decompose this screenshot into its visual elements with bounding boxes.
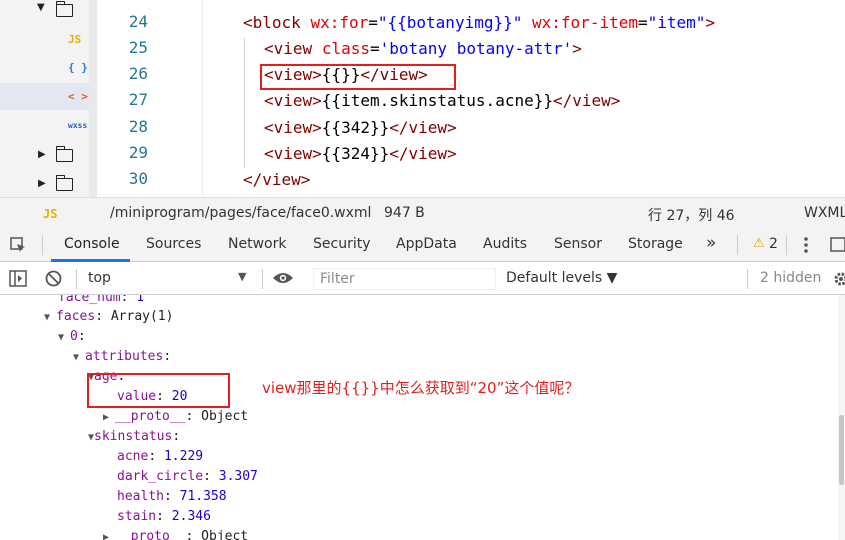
folder-open-icon	[55, 1, 73, 17]
code-line-25: <view class='botany botany-attr'>	[264, 39, 582, 58]
console-entry[interactable]: ▼ 0:	[58, 327, 86, 347]
tab-console[interactable]: Console	[64, 236, 120, 252]
tab-sources[interactable]: Sources	[146, 236, 201, 252]
console-entry: stain: 2.346	[117, 509, 211, 524]
toggle-sidebar-icon[interactable]	[9, 270, 27, 287]
chevron-down-icon[interactable]: ▼	[238, 270, 246, 283]
caret-right-icon[interactable]: ▶	[38, 178, 46, 189]
code-line-30: </view>	[243, 170, 311, 189]
tab-appdata[interactable]: AppData	[396, 236, 457, 252]
hidden-count: 2 hidden	[760, 270, 822, 286]
js-file-icon: JS	[68, 33, 82, 46]
console-entry[interactable]: ▼ faces: Array(1)	[44, 307, 173, 327]
caret-right-icon[interactable]: ▶	[38, 149, 46, 160]
code-editor[interactable]: <block wx:for="{{botanyimg}}" wx:for-ite…	[202, 0, 845, 197]
context-selector[interactable]: top	[88, 270, 111, 286]
annotation-question: view那里的{{}}中怎么获取到“20”这个值呢？	[262, 379, 580, 397]
tree-file-json[interactable]: { }	[0, 54, 97, 81]
folder-icon	[55, 146, 73, 162]
console-entry: acne: 1.229	[117, 449, 204, 464]
tab-security[interactable]: Security	[313, 236, 371, 252]
line-number: 25	[128, 38, 148, 57]
cursor-position[interactable]: 行 27，列 46	[648, 205, 735, 225]
line-number: 24	[128, 12, 148, 31]
folder-icon	[55, 175, 73, 191]
console-scroll-thumb[interactable]	[839, 415, 844, 485]
tab-sensor[interactable]: Sensor	[554, 236, 602, 252]
language-mode[interactable]: WXML	[804, 205, 845, 221]
js-file-icon: JS	[43, 207, 58, 221]
line-number: 26	[128, 64, 148, 83]
expand-caret-icon: ▶	[103, 532, 116, 540]
expand-caret-icon: ▶	[103, 412, 116, 423]
console-entry[interactable]: ▶ __proto__: Object	[103, 407, 248, 427]
separator	[786, 235, 787, 255]
inspect-element-icon[interactable]	[9, 236, 27, 254]
tab-network[interactable]: Network	[228, 236, 286, 252]
indent-guide	[244, 38, 245, 168]
line-number: 27	[128, 90, 148, 109]
settings-gear-icon[interactable]	[833, 271, 845, 287]
console-output[interactable]: face_num: 1 ▼ faces: Array(1) ▼ 0: ▼ att…	[0, 295, 845, 540]
console-toolbar: top ▼ Default levels ▼ 2 hidden	[0, 262, 845, 295]
dock-icon[interactable]	[830, 236, 845, 254]
expand-caret-icon: ▼	[58, 332, 71, 343]
more-options-icon[interactable]	[803, 236, 809, 254]
eye-icon[interactable]	[272, 271, 294, 285]
console-entry: dark_circle: 3.307	[117, 469, 258, 484]
code-line-28: <view>{{342}}</view>	[264, 118, 457, 137]
line-number-gutter: 24 25 26 27 28 29 30	[97, 0, 202, 197]
console-entry: health: 71.358	[117, 489, 227, 504]
warning-count[interactable]: 2	[769, 236, 778, 252]
tree-file-js[interactable]: JS	[0, 26, 97, 53]
code-line-24: <block wx:for="{{botanyimg}}" wx:for-ite…	[243, 13, 716, 32]
warning-icon[interactable]: ⚠	[753, 236, 765, 251]
separator	[76, 269, 77, 289]
tree-scrollbar[interactable]	[89, 0, 97, 197]
wxss-file-icon: wxss	[68, 121, 88, 130]
line-number: 30	[128, 169, 148, 188]
file-tree: ▼ JS { } < > wxss ▶ ▶	[0, 0, 97, 197]
tree-file-wxml[interactable]: < >	[0, 83, 97, 110]
tree-folder-row[interactable]: ▶	[0, 141, 97, 168]
log-levels-dropdown[interactable]: Default levels ▼	[506, 270, 617, 286]
highlight-box	[87, 373, 230, 408]
tree-folder-row[interactable]: ▶	[0, 170, 97, 197]
clear-console-icon[interactable]	[45, 270, 62, 287]
highlight-box	[260, 64, 456, 90]
filter-input[interactable]	[313, 268, 496, 290]
more-tabs-icon[interactable]: »	[706, 233, 716, 253]
separator	[737, 235, 738, 255]
file-path: /miniprogram/pages/face/face0.wxml	[110, 205, 372, 221]
expand-caret-icon: ▼	[73, 352, 86, 363]
separator	[262, 269, 263, 289]
line-number: 29	[128, 143, 148, 162]
indent-guide	[202, 0, 203, 197]
editor-status-bar: JS /miniprogram/pages/face/face0.wxml 94…	[0, 197, 845, 227]
code-line-29: <view>{{324}}</view>	[264, 144, 457, 163]
tab-audits[interactable]: Audits	[483, 236, 527, 252]
line-number: 28	[128, 117, 148, 136]
wxml-file-icon: < >	[68, 90, 88, 103]
expand-caret-icon: ▼	[44, 312, 57, 323]
tab-storage[interactable]: Storage	[628, 236, 683, 252]
tree-folder-row[interactable]: ▼	[0, 0, 97, 22]
console-entry[interactable]: ▼ attributes:	[73, 347, 171, 367]
caret-down-icon[interactable]: ▼	[37, 2, 45, 13]
console-entry[interactable]: ▶ __proto__: Object	[103, 527, 248, 540]
separator	[747, 269, 748, 289]
json-file-icon: { }	[68, 61, 88, 74]
tree-file-wxss[interactable]: wxss	[0, 112, 97, 139]
file-size: 947 B	[384, 205, 425, 221]
devtools-tab-bar: Console Sources Network Security AppData…	[0, 227, 845, 262]
console-entry[interactable]: ▼skinstatus:	[88, 427, 180, 447]
code-line-27: <view>{{item.skinstatus.acne}}</view>	[264, 91, 621, 110]
separator	[42, 235, 43, 255]
